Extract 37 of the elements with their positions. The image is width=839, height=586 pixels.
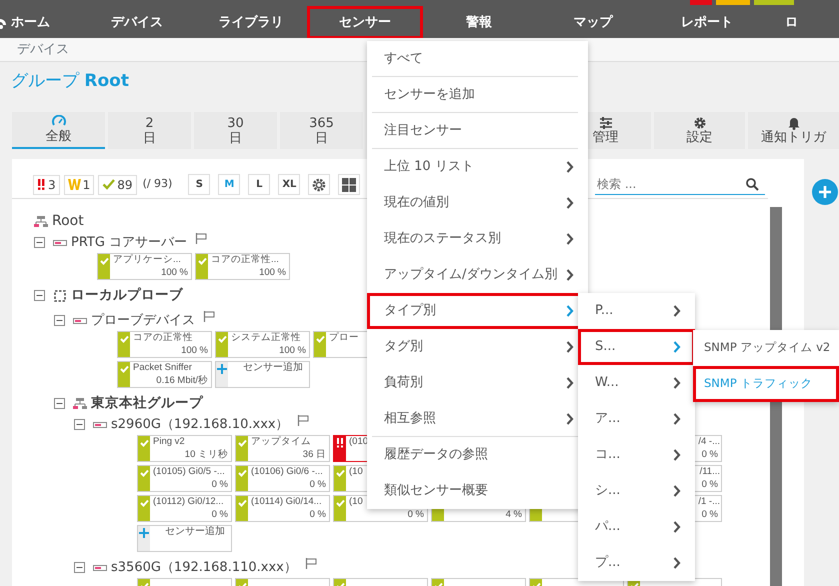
tile-label: センサー追加 — [242, 362, 303, 374]
sensor-name: /1 -... — [698, 496, 720, 508]
sensor-value: 100 % — [161, 267, 189, 279]
sensor-name: Ping v2 — [153, 436, 185, 448]
sensor-value: 100 % — [279, 345, 307, 357]
page-title: グループ Root — [11, 71, 129, 91]
sensor-name: /4 -... — [698, 436, 720, 448]
sensor-value: 36 日 — [302, 449, 327, 461]
sensor-name: (10114) Gi0/14... — [251, 496, 322, 508]
sensor-name: アプリケーシ... — [113, 254, 181, 266]
sensor-name: (10106) Gi0/6 -... — [251, 466, 323, 478]
sensor-value: 10 ミリ秒 — [184, 449, 229, 461]
sensor-name: (10112) Gi0/12... — [153, 496, 224, 508]
sensor-name: システム正常性 — [231, 332, 301, 344]
sensor-value: 100 % — [181, 345, 209, 357]
sensor-value: 0 % — [702, 479, 719, 491]
total-count: (/ 93) — [142, 176, 172, 192]
sensor-name: (10105) Gi0/5 -... — [153, 466, 225, 478]
tile-label: センサー追加 — [164, 526, 225, 538]
sensor-value: 0 % — [310, 479, 327, 491]
sensor-value: 0 % — [702, 449, 719, 461]
sensor-value: 0 % — [212, 509, 229, 521]
sensor-value: 0 % — [702, 509, 719, 521]
sensor-name: (10 — [349, 466, 363, 478]
sensor-name: (10 — [349, 496, 363, 508]
sensor-name: プロー — [329, 332, 359, 344]
sensor-name: コアの正常性 — [133, 332, 193, 344]
sensor-name: アップタイム — [251, 436, 311, 448]
sensor-name: コアの正常性... — [211, 254, 279, 266]
sensor-name: Packet Sniffer — [133, 362, 192, 374]
sensor-name: /11... — [700, 466, 720, 478]
sensor-value: 0 % — [212, 479, 229, 491]
sensor-value: 100 % — [259, 267, 287, 279]
sensor-value: 0 % — [310, 509, 327, 521]
sensor-value: 0 % — [408, 509, 425, 521]
sensor-value: 4 % — [506, 509, 523, 521]
sensor-value: 0.16 Mbit/秒 — [156, 375, 209, 387]
